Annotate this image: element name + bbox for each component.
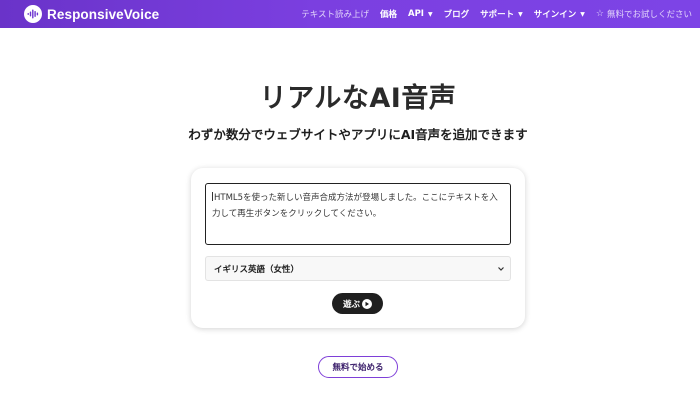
nav-text-to-speech[interactable]: テキスト読み上げ — [301, 8, 369, 20]
tts-demo-card: HTML5を使った新しい音声合成方法が登場しました。ここにテキストを入力して再生… — [191, 168, 525, 328]
page-title: リアルなAI音声 — [259, 83, 457, 114]
nav-free-trial-label: 無料でお試しください — [606, 10, 692, 20]
nav-signin-label: サインイン — [533, 10, 577, 20]
text-input-area[interactable]: HTML5を使った新しい音声合成方法が登場しました。ここにテキストを入力して再生… — [205, 183, 511, 245]
main-nav: テキスト読み上げ 価格 API ▼ ブログ サポート ▼ サインイン ▼ ☆ 無… — [290, 0, 692, 28]
nav-pricing[interactable]: 価格 — [380, 8, 397, 20]
nav-free-trial[interactable]: ☆ 無料でお試しください — [596, 8, 692, 20]
voice-select-value: イギリス英語（女性） — [214, 264, 300, 275]
caret-down-icon: ▼ — [580, 10, 585, 18]
nav-api[interactable]: API ▼ — [408, 9, 433, 19]
soundwave-icon — [24, 5, 42, 23]
nav-api-label: API — [408, 9, 424, 19]
nav-signin[interactable]: サインイン ▼ — [534, 8, 585, 20]
caret-down-icon: ▼ — [427, 10, 433, 18]
star-icon: ☆ — [595, 9, 604, 19]
start-free-button[interactable]: 無料で始める — [318, 356, 398, 378]
top-navigation-bar: ResponsiveVoice テキスト読み上げ 価格 API ▼ ブログ サポ… — [0, 0, 700, 28]
play-button-label: 遊ぶ — [342, 298, 360, 309]
nav-support-label: サポート — [480, 10, 515, 20]
brand-name: ResponsiveVoice — [47, 6, 160, 22]
nav-blog[interactable]: ブログ — [444, 8, 470, 20]
play-button[interactable]: 遊ぶ — [332, 293, 383, 314]
nav-support[interactable]: サポート ▼ — [480, 8, 523, 20]
text-input-value: HTML5を使った新しい音声合成方法が登場しました。ここにテキストを入力して再生… — [212, 193, 498, 219]
text-cursor — [212, 192, 213, 201]
caret-down-icon: ▼ — [518, 10, 523, 18]
play-icon — [362, 298, 372, 309]
brand-logo[interactable]: ResponsiveVoice — [24, 4, 159, 24]
page-subtitle: わずか数分でウェブサイトやアプリにAI音声を追加できます — [188, 127, 528, 142]
voice-select[interactable]: イギリス英語（女性） — [205, 256, 511, 281]
chevron-down-icon — [497, 264, 505, 277]
